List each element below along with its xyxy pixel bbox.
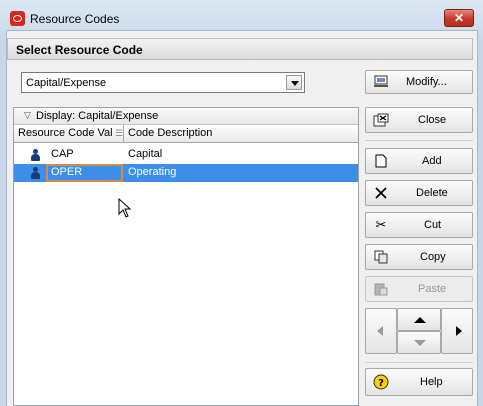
delete-button[interactable]: Delete bbox=[365, 180, 473, 206]
mouse-cursor-icon bbox=[118, 198, 132, 218]
column-header-description[interactable]: Code Description bbox=[128, 127, 212, 139]
add-button[interactable]: Add bbox=[365, 148, 473, 174]
copy-label: Copy bbox=[420, 251, 446, 263]
code-cell: OPER bbox=[51, 166, 83, 178]
description-cell: Capital bbox=[128, 148, 163, 160]
scissors-icon: ✂ bbox=[375, 217, 387, 232]
resource-code-type-select[interactable]: Capital/Expense bbox=[21, 72, 305, 93]
arrow-right-icon bbox=[456, 326, 462, 336]
cut-label: Cut bbox=[424, 219, 442, 231]
table-header: Resource Code Val ☰ Code Description bbox=[14, 125, 358, 143]
copy-button[interactable]: Copy bbox=[365, 244, 473, 270]
cut-button[interactable]: ✂ Cut bbox=[365, 212, 473, 238]
user-icon bbox=[31, 167, 40, 179]
delete-x-icon bbox=[372, 181, 390, 205]
group-row[interactable]: ▽ Display: Capital/Expense bbox=[14, 108, 358, 125]
add-label: Add bbox=[422, 155, 442, 167]
move-up-button[interactable] bbox=[397, 308, 441, 331]
chevron-down-icon[interactable] bbox=[286, 75, 302, 90]
column-separator[interactable] bbox=[123, 125, 124, 143]
modify-button[interactable]: Modify... bbox=[365, 70, 473, 94]
window-close-button[interactable]: ✕ bbox=[444, 9, 474, 27]
new-document-icon bbox=[372, 149, 390, 173]
group-label: Display: Capital/Expense bbox=[36, 110, 159, 122]
divider bbox=[365, 362, 473, 363]
help-label: Help bbox=[420, 376, 443, 388]
paste-button[interactable]: Paste bbox=[365, 276, 473, 302]
app-logo-icon bbox=[10, 11, 25, 26]
move-down-button[interactable] bbox=[397, 331, 441, 354]
section-title: Select Resource Code bbox=[16, 43, 143, 57]
help-button[interactable]: ? Help bbox=[365, 368, 473, 396]
move-right-button[interactable] bbox=[441, 308, 473, 354]
edit-display-icon bbox=[372, 71, 390, 93]
paste-label: Paste bbox=[418, 283, 447, 295]
close-x-icon: ✕ bbox=[453, 11, 465, 25]
arrow-up-icon bbox=[414, 317, 426, 323]
resource-code-table: ▽ Display: Capital/Expense Resource Code… bbox=[13, 107, 359, 406]
close-window-icon bbox=[372, 108, 390, 132]
arrow-down-icon bbox=[414, 340, 426, 346]
modify-label: Modify... bbox=[406, 76, 447, 88]
column-filter-icon[interactable]: ☰ bbox=[115, 128, 123, 139]
table-row-selected[interactable]: OPER Operating bbox=[14, 164, 358, 182]
arrow-left-icon bbox=[377, 326, 383, 336]
close-button[interactable]: Close bbox=[365, 107, 473, 133]
svg-text:?: ? bbox=[378, 378, 384, 389]
user-icon bbox=[31, 149, 40, 161]
move-left-button[interactable] bbox=[365, 308, 397, 354]
help-icon: ? bbox=[372, 369, 390, 395]
table-row[interactable]: CAP Capital bbox=[14, 146, 358, 164]
code-cell: CAP bbox=[51, 148, 74, 160]
select-value: Capital/Expense bbox=[26, 77, 107, 89]
paste-icon bbox=[372, 277, 390, 301]
collapse-chevron-icon[interactable]: ▽ bbox=[24, 110, 31, 121]
column-header-code[interactable]: Resource Code Val bbox=[18, 127, 113, 139]
window-title: Resource Codes bbox=[30, 12, 120, 26]
delete-label: Delete bbox=[416, 187, 448, 199]
close-label: Close bbox=[418, 114, 447, 126]
copy-icon bbox=[372, 245, 390, 269]
description-cell: Operating bbox=[128, 166, 177, 178]
divider bbox=[365, 140, 473, 141]
section-header: Select Resource Code bbox=[7, 38, 473, 60]
